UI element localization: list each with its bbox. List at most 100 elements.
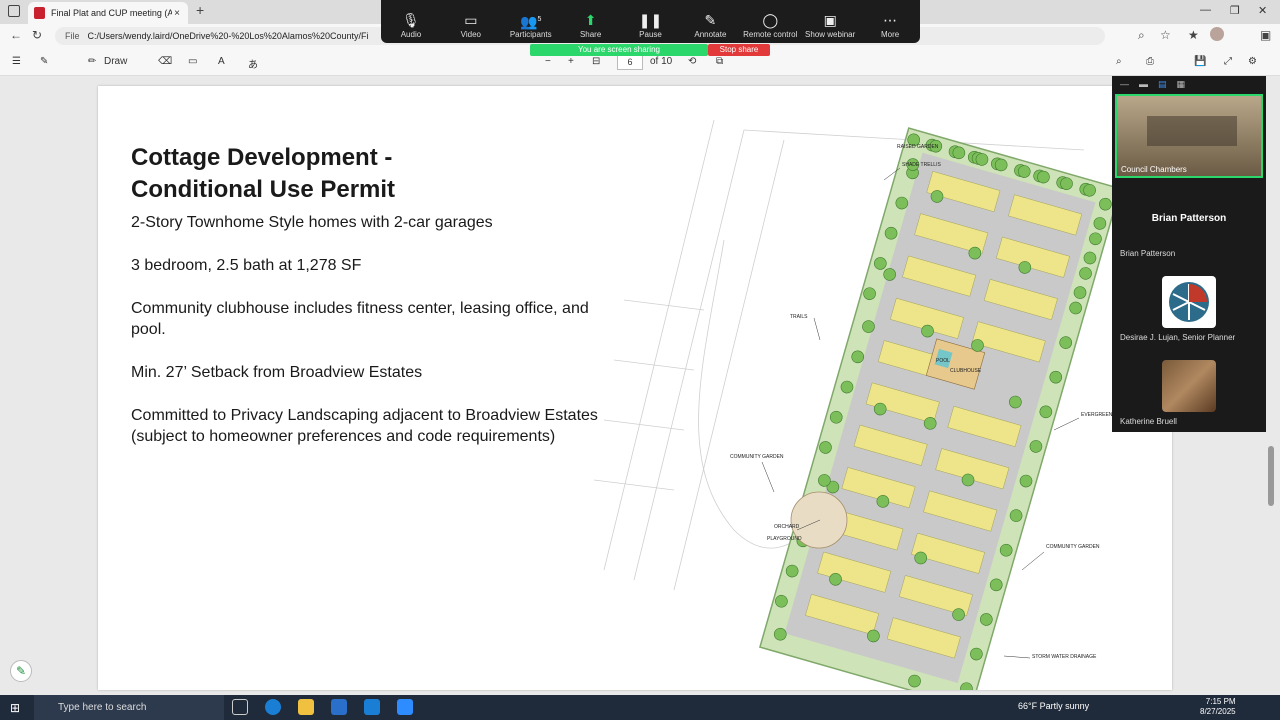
zoom-share-toolbar: 🎙 Audio ▭ Video 👥5 Participants ⬆ Share ❚❚ Pa… xyxy=(381,0,920,43)
read-aloud-icon[interactable]: A xyxy=(218,56,225,67)
browser-tab[interactable]: Final Plat and CUP meeting (Arbo × xyxy=(28,2,188,24)
share-icon: ⬆ xyxy=(584,12,597,28)
label-storm-water: STORM WATER DRAINAGE xyxy=(1032,654,1097,660)
site-plan-image: SHADE TRELLIS RAISED GARDEN TRAILS CLUBH… xyxy=(593,119,1122,690)
slide-bullets: 2-Story Townhome Style homes with 2-car … xyxy=(131,212,601,469)
participant-label-3: Katherine Bruell xyxy=(1120,417,1177,426)
address-prefix: File xyxy=(65,31,80,41)
save-icon[interactable]: 💾 xyxy=(1194,56,1206,67)
participant-label-2: Desirae J. Lujan, Senior Planner xyxy=(1120,333,1236,342)
gallery-icon[interactable]: ▦ xyxy=(1177,79,1186,90)
zoom-icon[interactable]: ⌕ xyxy=(1138,28,1145,43)
settings-icon[interactable]: ⚙ xyxy=(1248,56,1257,67)
outlook-icon[interactable] xyxy=(364,699,380,715)
fit-page-icon[interactable]: ⊟ xyxy=(592,56,600,67)
zoom-out-icon[interactable]: − xyxy=(545,56,551,67)
windows-start-icon[interactable]: ⊞ xyxy=(10,701,20,715)
label-pool: POOL xyxy=(936,358,950,364)
task-view-icon[interactable] xyxy=(232,699,248,715)
label-raised-garden: RAISED GARDEN xyxy=(897,144,939,150)
bullet-1: 2-Story Townhome Style homes with 2-car … xyxy=(131,214,493,231)
label-clubhouse: CLUBHOUSE xyxy=(950,368,982,374)
participants-icon: 👥5 xyxy=(520,13,542,30)
participants-button[interactable]: 👥5 Participants xyxy=(501,10,561,39)
minimize-panel-icon[interactable]: — xyxy=(1120,79,1129,89)
windows-taskbar: ⊞ Type here to search 66°F Partly sunny … xyxy=(0,695,1280,720)
zoom-in-icon[interactable]: + xyxy=(568,56,574,67)
draw-button[interactable]: Draw xyxy=(104,56,127,67)
contents-icon[interactable]: ☰ xyxy=(12,56,21,67)
pause-button[interactable]: ❚❚ Pause xyxy=(621,10,681,39)
pdf-page: Cottage Development - Conditional Use Pe… xyxy=(98,86,1172,690)
eraser-icon[interactable]: ⌫ xyxy=(158,56,172,67)
remote-control-button[interactable]: ◯ Remote control xyxy=(740,10,800,39)
pen-icon: ✎ xyxy=(704,12,717,28)
page-view-icon[interactable]: ⧉ xyxy=(716,56,723,67)
profile-avatar[interactable] xyxy=(1210,27,1224,41)
slide-title-line-1: Cottage Development - xyxy=(131,144,393,171)
clock-time: 7:15 PM xyxy=(1205,697,1236,706)
stop-share-button[interactable]: Stop share xyxy=(708,44,770,56)
favorite-icon[interactable]: ☆ xyxy=(1160,28,1171,42)
print-icon[interactable]: ⎙ xyxy=(1146,56,1154,67)
minimize-icon[interactable]: — xyxy=(1200,4,1211,16)
slide-title: Cottage Development - Conditional Use Pe… xyxy=(131,142,395,206)
tab-title: Final Plat and CUP meeting (Arbo xyxy=(51,8,172,18)
bullet-5: Committed to Privacy Landscaping adjacen… xyxy=(131,407,598,445)
annotate-pen-icon[interactable]: ✎ xyxy=(10,660,32,682)
edge-icon[interactable] xyxy=(265,699,281,715)
label-shade-trellis: SHADE TRELLIS xyxy=(902,162,941,168)
taskbar-clock[interactable]: 7:15 PM 8/27/2025 xyxy=(1200,697,1236,717)
refresh-icon[interactable]: ↻ xyxy=(32,28,42,42)
label-community-garden-2: COMMUNITY GARDEN xyxy=(1046,544,1100,550)
slide-title-line-2: Conditional Use Permit xyxy=(131,176,396,203)
fullscreen-icon[interactable]: ⤢ xyxy=(1224,56,1232,67)
back-icon[interactable]: ← xyxy=(10,28,22,42)
text-box-icon[interactable]: ▭ xyxy=(188,56,197,67)
sidebar-icon[interactable]: ▣ xyxy=(1260,28,1271,42)
bullet-2: 3 bedroom, 2.5 bath at 1,278 SF xyxy=(131,257,362,274)
annotate-button[interactable]: ✎ Annotate xyxy=(680,10,740,39)
pause-icon: ❚❚ xyxy=(638,12,663,28)
tab-actions-icon[interactable] xyxy=(8,5,20,17)
camera-icon: ▭ xyxy=(464,12,478,28)
close-tab-icon[interactable]: × xyxy=(172,8,182,19)
zoom-app-icon[interactable] xyxy=(397,699,413,715)
label-orchard: ORCHARD xyxy=(774,524,800,530)
more-button[interactable]: ⋯ More xyxy=(860,10,920,39)
bullet-3: Community clubhouse includes fitness cen… xyxy=(131,300,589,338)
speaker-view-icon[interactable]: ▬ xyxy=(1139,79,1148,89)
pdf-icon xyxy=(34,7,45,19)
draw-icon[interactable]: ✏ xyxy=(88,56,96,67)
page-total: of 10 xyxy=(650,56,673,67)
screen-sharing-status: You are screen sharing xyxy=(530,44,708,56)
video-button[interactable]: ▭ Video xyxy=(441,10,501,39)
maximize-icon[interactable]: ❐ xyxy=(1230,4,1240,17)
taskbar-search[interactable]: Type here to search xyxy=(34,695,224,720)
close-window-icon[interactable]: ✕ xyxy=(1258,4,1267,17)
katherine-avatar xyxy=(1162,360,1216,412)
mouse-icon: ◯ xyxy=(762,12,779,28)
favorites-bar-icon[interactable]: ★ xyxy=(1188,28,1199,42)
address-url: C:/Users/wendy.laird/OneDrive%20-%20Los%… xyxy=(87,31,369,41)
pdf-viewer[interactable]: Cottage Development - Conditional Use Pe… xyxy=(0,76,1280,690)
filmstrip-icon[interactable]: ▤ xyxy=(1158,79,1167,90)
share-button[interactable]: ⬆ Share xyxy=(561,10,621,39)
page-scrollbar[interactable] xyxy=(1268,446,1274,506)
rotate-icon[interactable]: ⟲ xyxy=(688,56,696,67)
store-icon[interactable] xyxy=(331,699,347,715)
more-icon: ⋯ xyxy=(883,12,898,28)
new-tab-icon[interactable]: + xyxy=(196,2,204,18)
council-chambers-tile[interactable]: Council Chambers xyxy=(1115,94,1263,178)
page-number-input[interactable]: 6 xyxy=(617,54,643,70)
weather-widget[interactable]: 66°F Partly sunny xyxy=(1018,701,1089,711)
translate-icon[interactable]: あ xyxy=(248,56,258,71)
search-icon[interactable]: ⌕ xyxy=(1116,56,1122,67)
clock-date: 8/27/2025 xyxy=(1200,707,1236,716)
audio-button[interactable]: 🎙 Audio xyxy=(381,10,441,39)
show-webinar-button[interactable]: ▣ Show webinar xyxy=(800,10,860,39)
zoom-video-panel: — ▬ ▤ ▦ Council Chambers Brian Patterson… xyxy=(1112,76,1266,432)
label-playground: PLAYGROUND xyxy=(767,536,802,542)
highlight-icon[interactable]: ✎ xyxy=(40,56,48,67)
file-explorer-icon[interactable] xyxy=(298,699,314,715)
